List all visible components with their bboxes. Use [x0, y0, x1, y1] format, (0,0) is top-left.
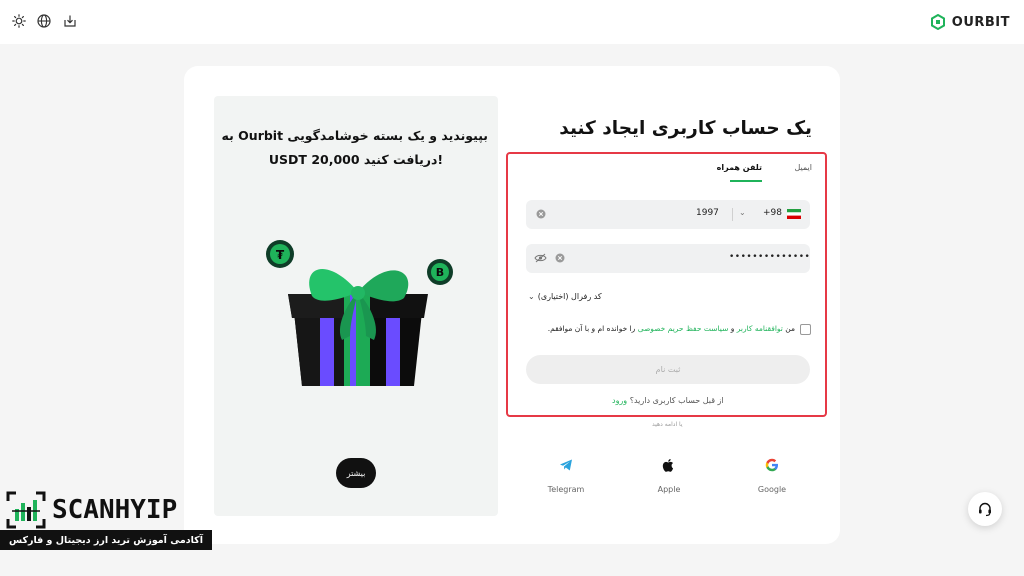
- theme-sun-icon[interactable]: [10, 12, 28, 30]
- agreement-and: و: [730, 324, 735, 333]
- headset-icon: [979, 502, 991, 517]
- top-bar: OURBIT: [0, 0, 1024, 44]
- promo-title-line2: !دریافت کنید 20,000 USDT: [268, 152, 444, 167]
- phone-field[interactable]: +98 ⌄ 1997: [526, 200, 810, 229]
- clear-icon[interactable]: [555, 253, 565, 263]
- google-icon: [759, 452, 785, 478]
- terms-link[interactable]: توافقنامه کاربر: [737, 324, 783, 333]
- chevron-down-icon[interactable]: ⌄: [739, 208, 746, 217]
- svg-text:B: B: [436, 266, 444, 279]
- coin-right-icon: B: [427, 259, 453, 285]
- promo-title: بپیوندید و یک بسته خوشامدگویی Ourbit به …: [221, 124, 488, 172]
- tab-phone[interactable]: تلفن همراه: [717, 163, 762, 172]
- login-link[interactable]: ورود: [612, 396, 627, 405]
- support-button[interactable]: [968, 492, 1002, 526]
- gift-box-illustration: ₮ B: [266, 240, 453, 386]
- iran-flag-icon: [787, 209, 801, 219]
- tab-email[interactable]: ایمیل: [794, 163, 812, 172]
- signup-button[interactable]: ثبت نام: [526, 355, 810, 384]
- apple-icon: [656, 452, 682, 478]
- field-divider: [732, 208, 733, 221]
- agreement-text: من توافقنامه کاربر و سیاست حفظ حریم خصوص…: [548, 324, 795, 333]
- watermark-name: SCANHYIP: [52, 495, 178, 525]
- login-prompt: از قبل حساب کاربری دارید؟ ورود: [612, 396, 724, 405]
- agree-checkbox[interactable]: [800, 324, 811, 335]
- apple-label: Apple: [657, 485, 681, 494]
- password-field[interactable]: ••••••••••••••: [526, 244, 810, 273]
- globe-icon[interactable]: [35, 12, 53, 30]
- scanhyip-logo-icon: [6, 491, 46, 529]
- country-code[interactable]: +98: [763, 208, 782, 218]
- download-icon[interactable]: [61, 12, 79, 30]
- agreement-row: من توافقنامه کاربر و سیاست حفظ حریم خصوص…: [548, 323, 813, 339]
- privacy-link[interactable]: سیاست حفظ حریم خصوصی: [638, 324, 729, 333]
- page-title: یک حساب کاربری ایجاد کنید: [559, 118, 812, 139]
- login-prompt-text: از قبل حساب کاربری دارید؟: [629, 396, 724, 405]
- svg-text:₮: ₮: [276, 248, 285, 262]
- telegram-label: Telegram: [547, 485, 585, 494]
- referral-toggle[interactable]: ⌄ کد رفرال (اختیاری): [528, 292, 602, 301]
- chevron-down-icon: ⌄: [528, 292, 535, 301]
- apple-button[interactable]: Apple: [644, 452, 694, 502]
- active-tab-indicator: [730, 180, 762, 182]
- clear-icon[interactable]: [536, 209, 546, 219]
- promo-title-line1: بپیوندید و یک بسته خوشامدگویی Ourbit به: [221, 128, 488, 143]
- or-continue-text: یا ادامه دهید: [652, 421, 683, 428]
- eye-off-icon[interactable]: [534, 253, 547, 263]
- promo-panel: بپیوندید و یک بسته خوشامدگویی Ourbit به …: [214, 96, 498, 516]
- telegram-icon: [553, 452, 579, 478]
- phone-input[interactable]: 1997: [696, 208, 719, 218]
- watermark-tagline: آکادمی آموزش ترید ارز دیجیتال و فارکس: [0, 530, 212, 550]
- referral-label: کد رفرال (اختیاری): [537, 292, 602, 301]
- ourbit-logo-icon: [930, 14, 945, 30]
- coin-left-icon: ₮: [266, 240, 294, 268]
- agreement-prefix: من: [785, 324, 795, 333]
- watermark-logo: SCANHYIP: [6, 490, 208, 530]
- google-label: Google: [757, 485, 787, 494]
- telegram-button[interactable]: Telegram: [541, 452, 591, 502]
- watermark: SCANHYIP آکادمی آموزش ترید ارز دیجیتال و…: [0, 488, 212, 550]
- brand-logo[interactable]: OURBIT: [930, 12, 1010, 32]
- more-button[interactable]: بیشتر: [336, 458, 376, 488]
- google-button[interactable]: Google: [747, 452, 797, 502]
- agreement-suffix: را خوانده ام و با آن موافقم.: [547, 324, 636, 333]
- brand-name: OURBIT: [951, 14, 1010, 30]
- password-input[interactable]: ••••••••••••••: [729, 252, 810, 262]
